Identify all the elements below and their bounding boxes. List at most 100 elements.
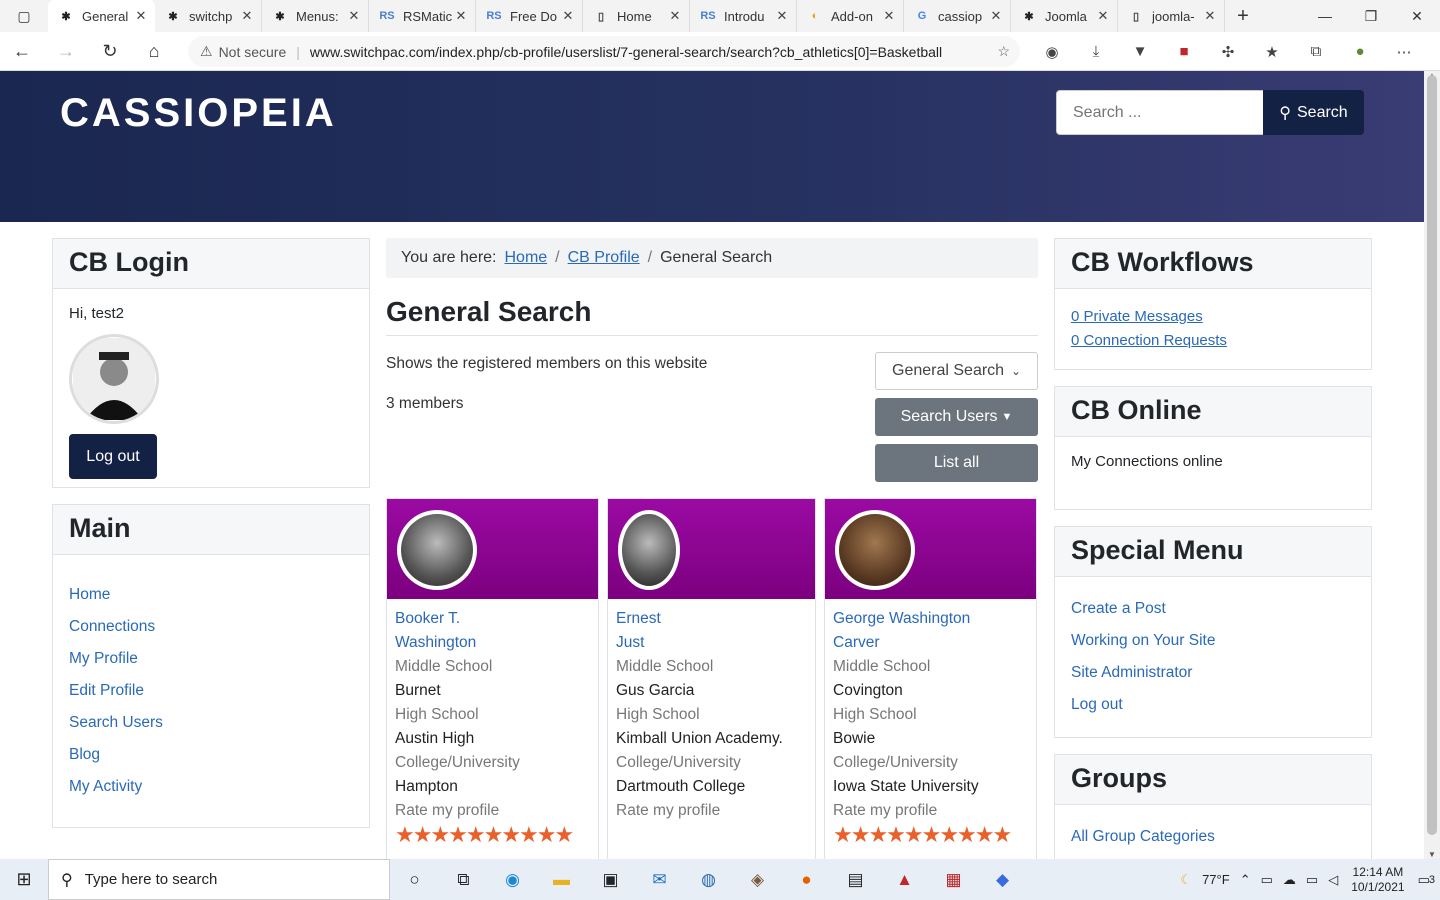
member-name-first[interactable]: Ernest — [616, 610, 661, 627]
cortana-icon[interactable]: ○ — [390, 859, 439, 900]
download-icon[interactable]: ⤓ — [1074, 43, 1118, 60]
browser-tab[interactable]: ✱ Menus: ✕ — [262, 0, 369, 32]
filezilla-icon[interactable]: ▦ — [929, 859, 978, 900]
refresh-icon[interactable]: ↻ — [88, 33, 132, 69]
special-menu-site-administrator[interactable]: Site Administrator — [1071, 657, 1355, 689]
list-all-button[interactable]: List all — [875, 444, 1038, 482]
close-tab-icon[interactable]: ✕ — [1202, 8, 1218, 24]
connection-requests-link[interactable]: 0 Connection Requests — [1071, 329, 1355, 353]
tab-actions-icon[interactable]: ▢ — [0, 0, 48, 32]
firefox-dev-icon[interactable]: ◆ — [978, 859, 1027, 900]
member-avatar[interactable] — [835, 510, 915, 590]
extension-icon[interactable]: ◉ — [1030, 43, 1074, 61]
profile-avatar-icon[interactable]: ● — [1338, 43, 1382, 60]
url-text[interactable]: www.switchpac.com/index.php/cb-profile/u… — [310, 44, 950, 60]
close-tab-icon[interactable]: ✕ — [133, 8, 149, 24]
clock[interactable]: 12:14 AM 10/1/2021 — [1351, 865, 1404, 895]
member-name-last[interactable]: Just — [616, 634, 644, 651]
cloud-icon[interactable]: ☁ — [1283, 872, 1296, 888]
browser-tab[interactable]: Gcassiop ✕ — [904, 0, 1011, 32]
special-menu-create-post[interactable]: Create a Post — [1071, 593, 1355, 625]
task-view-icon[interactable]: ⧉ — [439, 859, 488, 900]
main-menu-item-edit-profile[interactable]: Edit Profile — [69, 675, 353, 707]
close-tab-icon[interactable]: ✕ — [1095, 8, 1111, 24]
weather-temp[interactable]: 77°F — [1202, 872, 1230, 887]
network-icon[interactable]: ▭ — [1306, 872, 1318, 888]
windows-start-icon[interactable]: ⊞ — [0, 859, 48, 900]
breadcrumb-cb-profile[interactable]: CB Profile — [568, 249, 640, 267]
avatar[interactable] — [69, 334, 159, 424]
browser-tab[interactable]: RS Free Do ✕ — [476, 0, 583, 32]
close-tab-icon[interactable]: ✕ — [453, 8, 469, 24]
site-search-input[interactable] — [1056, 90, 1264, 135]
close-tab-icon[interactable]: ✕ — [239, 8, 255, 24]
edge-icon[interactable]: ◉ — [488, 859, 537, 900]
browser-tab[interactable]: ✱ switchp ✕ — [155, 0, 262, 32]
browser-tab[interactable]: ▯ joomla- ✕ — [1118, 0, 1225, 32]
member-name[interactable]: Ernest Just — [616, 607, 807, 655]
browser-tab[interactable]: ◐ Add-on ✕ — [797, 0, 904, 32]
mail-icon[interactable]: ✉ — [635, 859, 684, 900]
search-users-button[interactable]: Search Users ▼ — [875, 398, 1038, 436]
more-icon[interactable]: ⋯ — [1382, 43, 1426, 61]
close-window-icon[interactable]: ✕ — [1394, 0, 1440, 32]
browser-tab[interactable]: RS RSMatic ✕ — [369, 0, 476, 32]
member-name-last[interactable]: Washington — [395, 634, 476, 651]
member-card[interactable]: Booker T. Washington Middle School Burnet… — [386, 498, 599, 860]
member-name-first[interactable]: George Washington — [833, 610, 970, 627]
member-name-last[interactable]: Carver — [833, 634, 880, 651]
main-menu-item-my-activity[interactable]: My Activity — [69, 771, 353, 803]
main-menu-item-my-profile[interactable]: My Profile — [69, 643, 353, 675]
new-tab-button[interactable]: + — [1225, 5, 1261, 28]
monitor-icon[interactable]: ▤ — [831, 859, 880, 900]
rating-stars[interactable]: ★★★★★★★★★★ — [833, 823, 1028, 847]
close-tab-icon[interactable]: ✕ — [560, 8, 576, 24]
special-menu-log-out[interactable]: Log out — [1071, 689, 1355, 721]
all-group-categories-link[interactable]: All Group Categories — [1071, 827, 1355, 847]
warning-icon[interactable]: ⚠ — [200, 43, 213, 60]
volume-icon[interactable]: ◁ — [1328, 872, 1338, 888]
browser-tab[interactable]: ▯ Home ✕ — [583, 0, 690, 32]
member-avatar[interactable] — [618, 510, 680, 590]
red-extension-icon[interactable]: ■ — [1162, 43, 1206, 60]
app-icon[interactable]: ◍ — [684, 859, 733, 900]
member-avatar[interactable] — [397, 510, 477, 590]
store-icon[interactable]: ▣ — [586, 859, 635, 900]
member-name-first[interactable]: Booker T. — [395, 610, 460, 627]
site-search-button[interactable]: ⚲ Search — [1263, 90, 1364, 135]
pdf-icon[interactable]: ▲ — [880, 859, 929, 900]
site-brand[interactable]: CASSIOPEIA — [60, 91, 337, 136]
weather-icon[interactable]: ☾ — [1180, 872, 1192, 888]
member-name[interactable]: Booker T. Washington — [395, 607, 590, 655]
gimp-icon[interactable]: ◈ — [733, 859, 782, 900]
rating-stars[interactable]: ★★★★★★★★★★ — [395, 823, 590, 847]
browser-tab[interactable]: ✱ Joomla ✕ — [1011, 0, 1118, 32]
special-menu-working-on-site[interactable]: Working on Your Site — [1071, 625, 1355, 657]
chevron-up-icon[interactable]: ⌃ — [1240, 872, 1251, 888]
close-tab-icon[interactable]: ✕ — [988, 8, 1004, 24]
firefox-icon[interactable]: ● — [782, 859, 831, 900]
breadcrumb-home[interactable]: Home — [504, 249, 547, 267]
shield-extension-icon[interactable]: ▼ — [1118, 43, 1162, 60]
taskbar-search-field[interactable]: ⚲ Type here to search — [48, 859, 390, 900]
main-menu-item-home[interactable]: Home — [69, 579, 353, 611]
add-favorite-icon[interactable]: ☆ — [997, 43, 1010, 60]
main-menu-item-connections[interactable]: Connections — [69, 611, 353, 643]
close-tab-icon[interactable]: ✕ — [774, 8, 790, 24]
security-label[interactable]: Not secure — [219, 44, 287, 60]
member-card[interactable]: Ernest Just Middle School Gus Garcia High… — [607, 498, 816, 860]
close-tab-icon[interactable]: ✕ — [667, 8, 683, 24]
browser-tab[interactable]: ✱ General ✕ — [48, 0, 155, 32]
scroll-thumb[interactable] — [1427, 75, 1437, 835]
close-tab-icon[interactable]: ✕ — [881, 8, 897, 24]
private-messages-link[interactable]: 0 Private Messages — [1071, 305, 1355, 329]
puzzle-icon[interactable]: ✣ — [1206, 43, 1250, 61]
search-list-select[interactable]: General Search ⌄ — [875, 352, 1038, 390]
page-scrollbar[interactable]: ▲ ▼ — [1424, 71, 1440, 859]
url-field[interactable]: ⚠ Not secure | www.switchpac.com/index.p… — [188, 36, 1020, 67]
minimize-icon[interactable]: — — [1302, 0, 1348, 32]
main-menu-item-search-users[interactable]: Search Users — [69, 707, 353, 739]
restore-icon[interactable]: ❐ — [1348, 0, 1394, 32]
logout-button[interactable]: Log out — [69, 434, 157, 479]
member-name[interactable]: George Washington Carver — [833, 607, 1028, 655]
